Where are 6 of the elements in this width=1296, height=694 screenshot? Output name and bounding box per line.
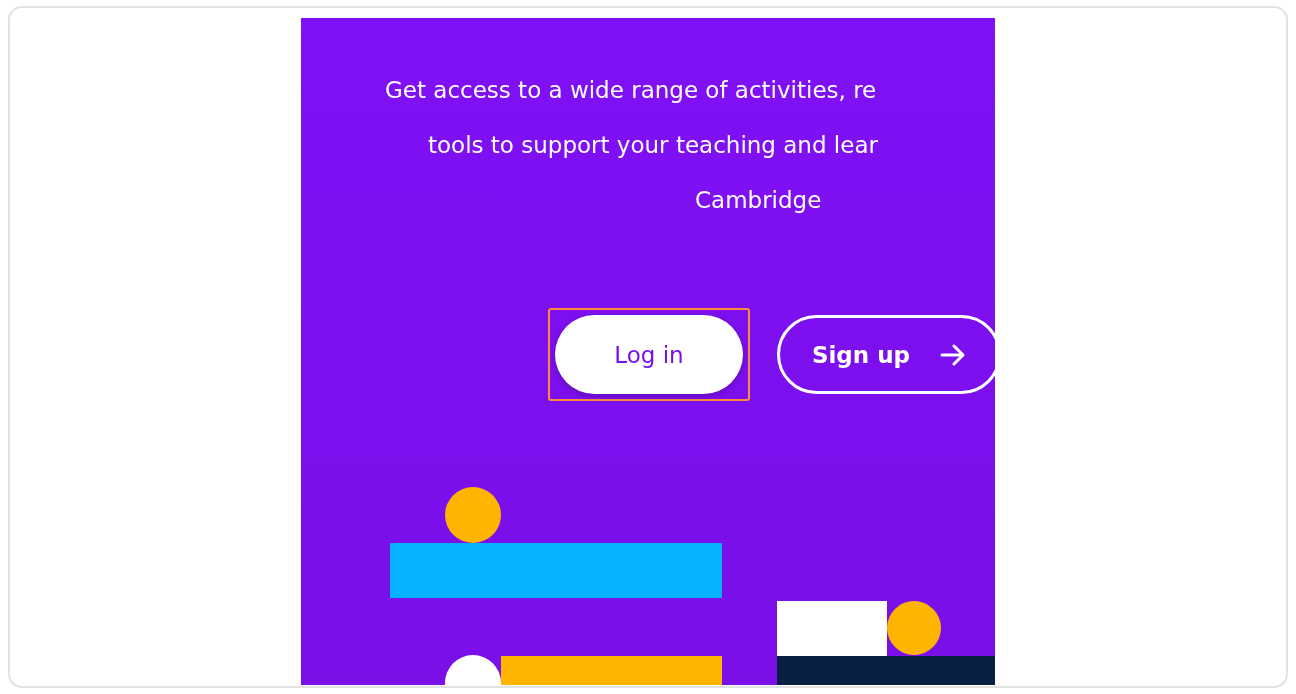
intro-text: tools to support your teaching and lear: [427, 131, 879, 160]
login-button[interactable]: Log in: [555, 315, 743, 394]
intro-text: Cambridge: [694, 186, 823, 215]
arrow-right-icon: [940, 343, 967, 366]
intro-text: Get access to a wide range of activities, re: [384, 76, 878, 105]
signup-button[interactable]: Sign up: [777, 315, 995, 394]
